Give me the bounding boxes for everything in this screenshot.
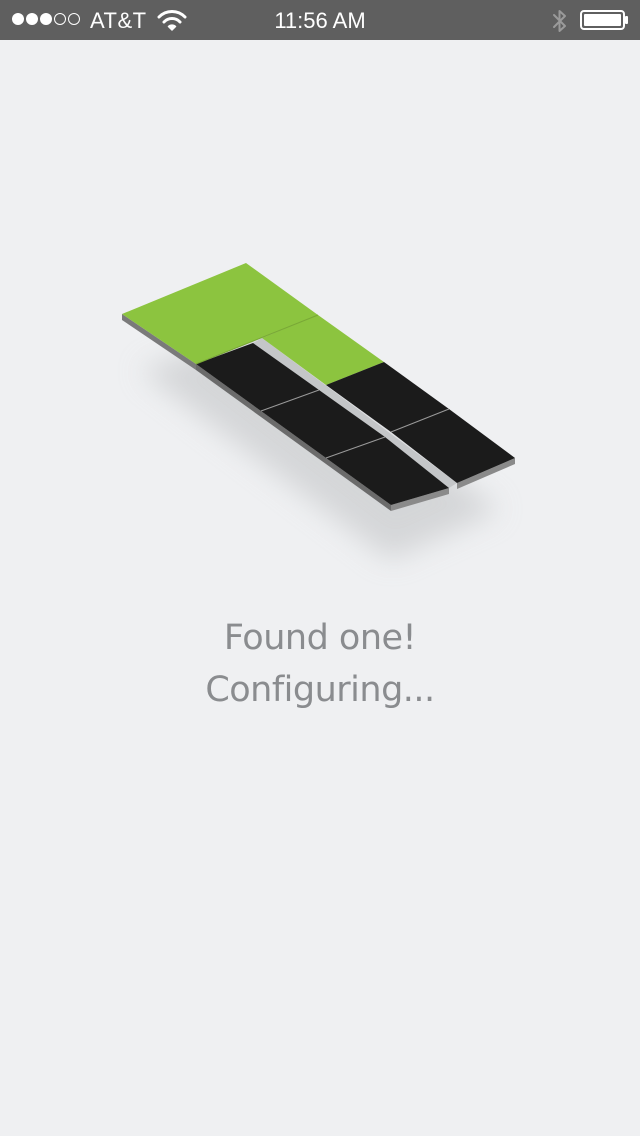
device-panels-icon	[122, 263, 515, 560]
bluetooth-icon	[553, 10, 566, 32]
clock-time: 11:56 AM	[274, 8, 366, 33]
found-text: Found one!	[223, 618, 417, 658]
battery-icon	[580, 10, 628, 30]
configuring-message: Found one! Configuring...	[0, 612, 640, 716]
status-bar: AT&T 11:56 AM	[0, 0, 640, 40]
configuring-text: Configuring...	[205, 670, 435, 710]
